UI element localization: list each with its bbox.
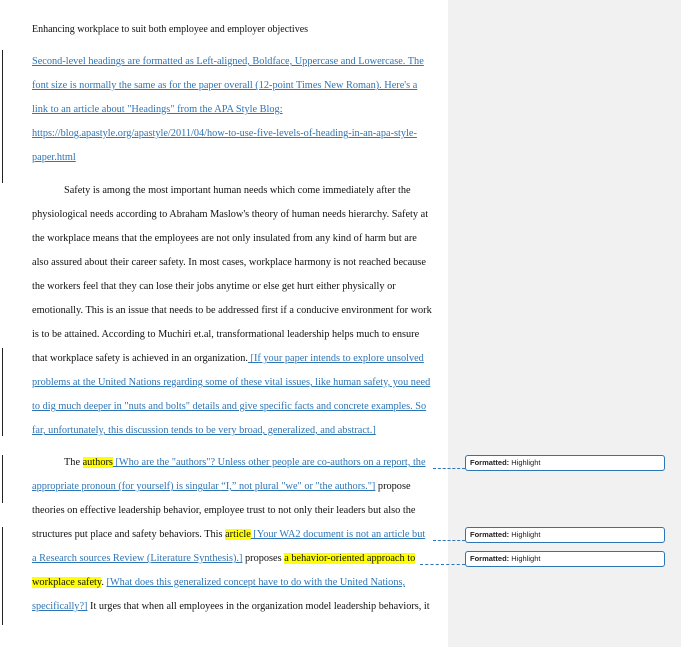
change-bar (2, 455, 3, 503)
heading-note-line: Second-level headings are formatted as L… (32, 56, 424, 67)
change-bar (2, 527, 3, 625)
paragraph-text: that workplace safety is achieved in an … (32, 353, 248, 364)
paragraph-line: specifically?] It urges that when all em… (32, 600, 430, 613)
paragraph-line: a Research sources Review (Literature Sy… (32, 552, 416, 565)
paragraph-line: Safety is among the most important human… (64, 185, 411, 196)
change-bar (2, 50, 3, 183)
paragraph-line: theories on effective leadership behavio… (32, 505, 416, 516)
balloon-label: Formatted: (470, 458, 510, 467)
inline-comment: appropriate pronoun (for yourself) is si… (32, 481, 376, 492)
highlight-approach: a behavior-oriented approach to (284, 553, 416, 564)
paragraph-line: the workplace means that the employees a… (32, 233, 417, 244)
inline-comment: [If your paper intends to explore unsolv… (247, 353, 424, 364)
heading-note-link[interactable]: https://blog.apastyle.org/apastyle/2011/… (32, 127, 417, 140)
formatting-balloon[interactable]: Formatted: Highlight (465, 551, 665, 567)
paragraph-text: structures put place and safety behavior… (32, 529, 226, 540)
inline-comment-line: far, unfortunately, this discussion tend… (32, 425, 376, 436)
inline-comment: [Your WA2 document is not an article but (250, 529, 426, 540)
paragraph-text: The (64, 457, 83, 468)
paragraph-line: workplace safety. [What does this genera… (32, 576, 405, 589)
formatting-balloon[interactable]: Formatted: Highlight (465, 527, 665, 543)
inline-comment: [Who are the "authors"? Unless other peo… (112, 457, 426, 468)
document-page[interactable]: Enhancing workplace to suit both employe… (0, 0, 448, 647)
balloon-connector (433, 468, 465, 469)
paragraph-line: emotionally. This is an issue that needs… (32, 305, 432, 316)
document-title: Enhancing workplace to suit both employe… (32, 24, 309, 35)
paragraph-text: propose (375, 481, 411, 492)
balloon-label: Formatted: (470, 530, 510, 539)
balloon-connector (433, 540, 465, 541)
heading-note-link[interactable]: paper.html (32, 151, 76, 164)
paragraph-line: appropriate pronoun (for yourself) is si… (32, 480, 411, 493)
paragraph-line: the workers feel that they can lose thei… (32, 281, 396, 292)
balloon-value: Highlight (511, 530, 541, 539)
paragraph-line: that workplace safety is achieved in an … (32, 352, 424, 365)
paragraph-line: is to be attained. According to Muchiri … (32, 329, 420, 340)
inline-comment: a Research sources Review (Literature Sy… (32, 553, 243, 564)
highlight-article: article (225, 529, 251, 540)
balloon-connector (420, 564, 465, 565)
highlight-authors: authors (82, 457, 113, 468)
paragraph-line: physiological needs according to Abraham… (32, 209, 429, 220)
inline-comment-line: problems at the United Nations regarding… (32, 377, 431, 388)
paragraph-line: also assured about their career safety. … (32, 257, 426, 268)
formatting-balloon[interactable]: Formatted: Highlight (465, 455, 665, 471)
change-bar (2, 348, 3, 436)
comment-margin-pane (448, 0, 681, 647)
paragraph-text: It urges that when all employees in the … (87, 601, 430, 612)
paragraph-text: proposes (242, 553, 285, 564)
heading-note-line: font size is normally the same as for th… (32, 80, 418, 91)
balloon-label: Formatted: (470, 554, 510, 563)
inline-comment-line: to dig much deeper in "nuts and bolts" d… (32, 401, 427, 412)
paragraph-line: structures put place and safety behavior… (32, 528, 425, 541)
paragraph-line: The authors [Who are the "authors"? Unle… (64, 456, 426, 469)
balloon-value: Highlight (511, 458, 541, 467)
highlight-workplace-safety: workplace safety (32, 577, 102, 588)
heading-note-line: link to an article about "Headings" from… (32, 104, 283, 115)
inline-comment: [What does this generalized concept have… (106, 577, 406, 588)
inline-comment: specifically?] (32, 601, 88, 612)
balloon-value: Highlight (511, 554, 541, 563)
